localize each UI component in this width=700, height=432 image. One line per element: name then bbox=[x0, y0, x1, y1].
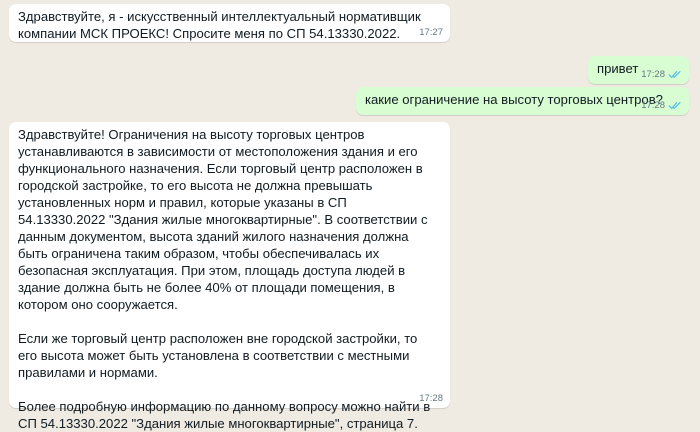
message-meta: 17:28 bbox=[641, 100, 682, 111]
message-time: 17:28 bbox=[419, 393, 443, 404]
message-bubble-outgoing[interactable]: привет 17:28 bbox=[588, 56, 689, 84]
message-text: Здравствуйте! Ограничения на высоту торг… bbox=[18, 127, 431, 431]
message-text: какие ограничение на высоту торговых цен… bbox=[365, 92, 663, 107]
message-time: 17:27 bbox=[419, 27, 443, 38]
double-check-icon bbox=[668, 71, 681, 78]
chat-area: Здравствуйте, я - искусственный интеллек… bbox=[0, 0, 700, 431]
message-meta: 17:28 bbox=[641, 69, 682, 80]
message-bubble-outgoing[interactable]: какие ограничение на высоту торговых цен… bbox=[356, 87, 689, 115]
message-meta: 17:28 bbox=[419, 393, 443, 404]
double-check-icon bbox=[668, 102, 681, 109]
message-bubble-incoming[interactable]: Здравствуйте, я - искусственный интеллек… bbox=[9, 4, 450, 42]
message-text: Здравствуйте, я - искусственный интеллек… bbox=[18, 9, 425, 41]
message-time: 17:28 bbox=[641, 69, 665, 80]
message-meta: 17:27 bbox=[419, 27, 443, 38]
message-bubble-incoming[interactable]: Здравствуйте! Ограничения на высоту торг… bbox=[9, 122, 450, 431]
message-time: 17:28 bbox=[641, 100, 665, 111]
